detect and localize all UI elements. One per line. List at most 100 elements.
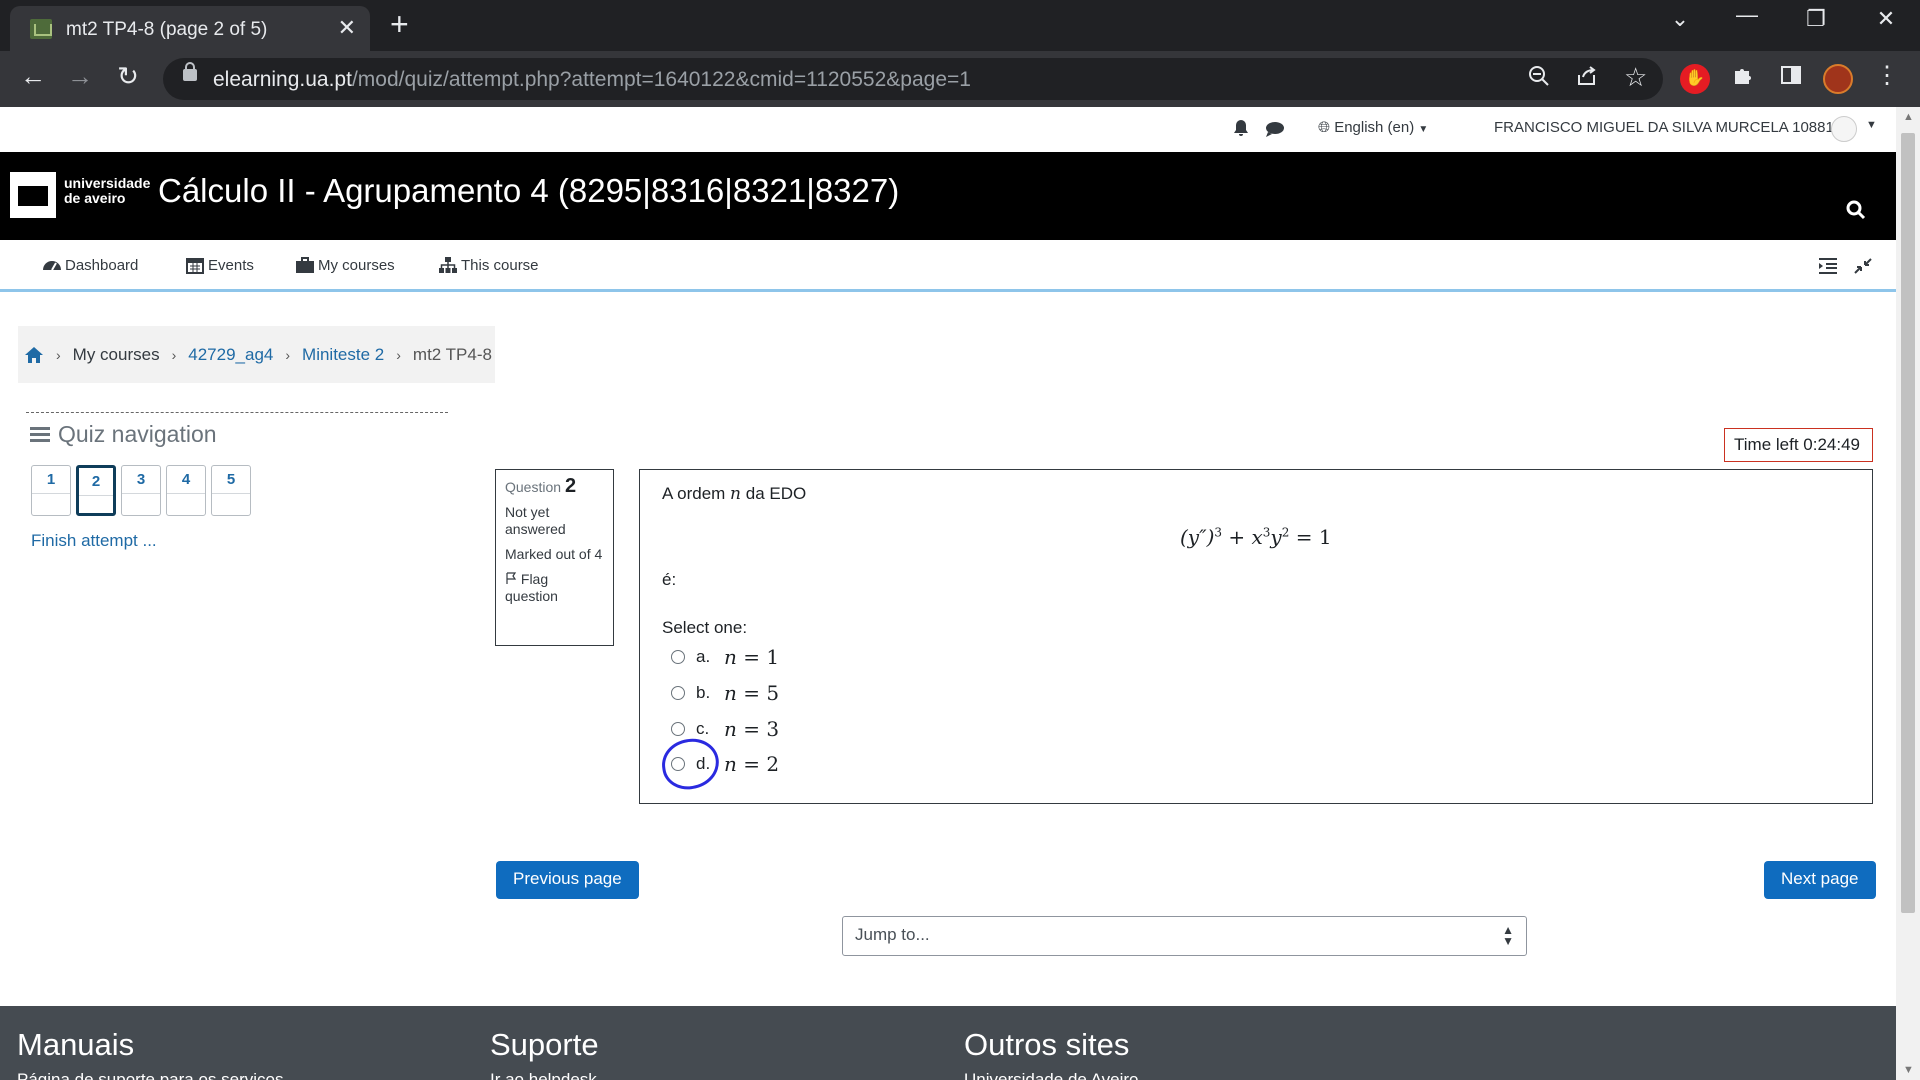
question-text-continuation: é: — [662, 570, 677, 589]
tab-search-chevron-icon[interactable]: ⌄ — [1660, 6, 1700, 32]
answer-expression: n = 1 — [724, 645, 780, 669]
footer-link-manuais[interactable]: Página de suporte para os serviços — [17, 1070, 284, 1080]
next-page-button[interactable]: Next page — [1764, 861, 1876, 899]
address-bar[interactable]: elearning.ua.pt/mod/quiz/attempt.php?att… — [163, 58, 1663, 100]
restore-icon[interactable]: ❐ — [1796, 6, 1836, 32]
flag-question-button[interactable]: Flag question — [505, 571, 604, 605]
tab-close-icon[interactable]: ✕ — [338, 15, 356, 41]
footer-heading-suporte: Suporte — [490, 1027, 599, 1062]
page-viewport: 🌐︎ English (en) ▼ FRANCISCO MIGUEL DA SI… — [0, 107, 1896, 1080]
flag-icon — [506, 572, 517, 584]
breadcrumb-current: mt2 TP4-8 — [412, 344, 492, 364]
side-panel-icon[interactable] — [1776, 64, 1806, 94]
answer-expression: n = 2 — [724, 752, 780, 776]
share-icon[interactable] — [1576, 65, 1598, 93]
url-text: elearning.ua.pt/mod/quiz/attempt.php?att… — [213, 68, 971, 91]
forward-icon[interactable]: → — [62, 61, 98, 92]
nav-dashboard[interactable]: Dashboard — [42, 256, 138, 274]
breadcrumb-my-courses[interactable]: My courses — [73, 345, 160, 365]
select-updown-icon: ▲ ▼ — [1502, 923, 1514, 948]
quiz-nav-question-2[interactable]: 2 — [76, 465, 116, 516]
scroll-up-arrow-icon[interactable]: ▲ — [1903, 111, 1914, 123]
ua-logo-icon[interactable] — [10, 172, 56, 218]
briefcase-icon — [296, 257, 314, 273]
hamburger-menu-icon — [30, 426, 50, 443]
question-text: A ordem n da EDO — [662, 484, 807, 504]
user-menu-caret-icon[interactable]: ▼ — [1866, 119, 1877, 131]
breadcrumb-separator-icon: › — [396, 346, 401, 363]
radio-option-a[interactable] — [671, 650, 685, 664]
answer-option-a[interactable]: a. n = 1 — [671, 645, 779, 669]
language-menu[interactable]: 🌐︎ English (en) ▼ — [1318, 119, 1428, 136]
breadcrumb-section[interactable]: Miniteste 2 — [302, 345, 384, 365]
breadcrumb: › My courses › 42729_ag4 › Miniteste 2 ›… — [18, 326, 495, 383]
search-icon[interactable] — [1846, 200, 1866, 220]
answer-option-c[interactable]: c. n = 3 — [671, 717, 779, 741]
course-title[interactable]: Cálculo II - Agrupamento 4 (8295|8316|83… — [158, 172, 899, 210]
hand-drawn-circle-annotation — [658, 735, 723, 793]
question-number: Question 2 — [505, 475, 577, 497]
question-grade: Marked out of 4 — [505, 546, 603, 562]
select-one-label: Select one: — [662, 618, 748, 637]
profile-avatar-icon[interactable] — [1823, 64, 1853, 94]
scrollbar-thumb[interactable] — [1901, 133, 1915, 913]
reload-icon[interactable]: ↻ — [110, 61, 146, 92]
notifications-bell-icon[interactable] — [1232, 119, 1250, 137]
back-icon[interactable]: ← — [15, 61, 51, 92]
site-footer: Manuais Suporte Outros sites Página de s… — [0, 1006, 1896, 1080]
zoom-icon[interactable] — [1528, 65, 1550, 93]
quiz-nav-question-4[interactable]: 4 — [166, 465, 206, 516]
finish-attempt-link[interactable]: Finish attempt ... — [31, 531, 157, 551]
user-bar: 🌐︎ English (en) ▼ FRANCISCO MIGUEL DA SI… — [0, 107, 1896, 152]
question-equation: (y″)3 + x3y2 = 1 — [1180, 525, 1332, 549]
block-divider — [26, 412, 448, 413]
quiz-timer: Time left 0:24:49 — [1724, 428, 1873, 462]
breadcrumb-course[interactable]: 42729_ag4 — [188, 345, 273, 365]
answer-expression: n = 5 — [724, 681, 780, 705]
answer-expression: n = 3 — [724, 717, 780, 741]
extensions-puzzle-icon[interactable] — [1728, 64, 1758, 94]
lock-icon[interactable] — [183, 62, 197, 81]
nav-my-courses[interactable]: My courses — [295, 256, 395, 274]
user-name[interactable]: FRANCISCO MIGUEL DA SILVA MURCELA 108815 — [1494, 119, 1842, 136]
caret-down-icon: ▼ — [1418, 124, 1429, 135]
quiz-nav-question-3[interactable]: 3 — [121, 465, 161, 516]
bookmark-star-icon[interactable]: ☆ — [1624, 62, 1647, 93]
previous-page-button[interactable]: Previous page — [496, 861, 639, 899]
footer-heading-manuais: Manuais — [17, 1027, 135, 1062]
quiz-nav-question-1[interactable]: 1 — [31, 465, 71, 516]
browser-tab[interactable]: mt2 TP4-8 (page 2 of 5) ✕ — [10, 6, 370, 51]
moodle-favicon-icon — [30, 19, 52, 39]
messages-chat-icon[interactable] — [1265, 121, 1285, 137]
scroll-down-arrow-icon[interactable]: ▼ — [1903, 1064, 1914, 1076]
home-icon[interactable] — [24, 346, 44, 364]
minimize-icon[interactable]: — — [1727, 2, 1767, 28]
browser-tab-strip: mt2 TP4-8 (page 2 of 5) ✕ + ⌄ — ❐ ✕ — [0, 0, 1920, 51]
footer-link-suporte[interactable]: Ir ao helpdesk — [490, 1070, 597, 1080]
new-tab-icon[interactable]: + — [390, 8, 409, 40]
footer-heading-outros-sites: Outros sites — [964, 1027, 1130, 1062]
question-info: Question 2 Not yet answered Marked out o… — [495, 469, 614, 646]
footer-link-outros-sites[interactable]: Universidade de Aveiro — [964, 1070, 1139, 1080]
breadcrumb-separator-icon: › — [56, 346, 61, 363]
sitemap-icon — [439, 257, 457, 273]
nav-events[interactable]: Events — [185, 256, 254, 274]
quiz-nav-question-5[interactable]: 5 — [211, 465, 251, 516]
question-status: Not yet answered — [505, 504, 566, 537]
collapse-fullwidth-icon[interactable] — [1852, 256, 1874, 276]
jump-to-select[interactable]: Jump to... ▲ ▼ — [842, 916, 1527, 956]
site-header: universidade de aveiro Cálculo II - Agrup… — [0, 152, 1896, 240]
globe-icon: 🌐︎ — [1318, 119, 1331, 136]
adblock-extension-icon[interactable]: ✋ — [1680, 64, 1710, 94]
window-close-icon[interactable]: ✕ — [1866, 6, 1906, 32]
nav-this-course[interactable]: This course — [438, 256, 539, 274]
question-content: A ordem n da EDO (y″)3 + x3y2 = 1 é: Sel… — [639, 469, 1873, 804]
answer-option-b[interactable]: b. n = 5 — [671, 681, 779, 705]
radio-option-b[interactable] — [671, 686, 685, 700]
browser-menu-icon[interactable]: ⋮ — [1872, 61, 1902, 91]
user-avatar[interactable] — [1831, 116, 1857, 142]
toggle-drawer-indent-icon[interactable] — [1817, 256, 1839, 276]
page-scrollbar[interactable]: ▲ ▼ — [1896, 107, 1920, 1080]
ua-logo-text[interactable]: universidade de aveiro — [64, 176, 150, 206]
radio-option-c[interactable] — [671, 722, 685, 736]
